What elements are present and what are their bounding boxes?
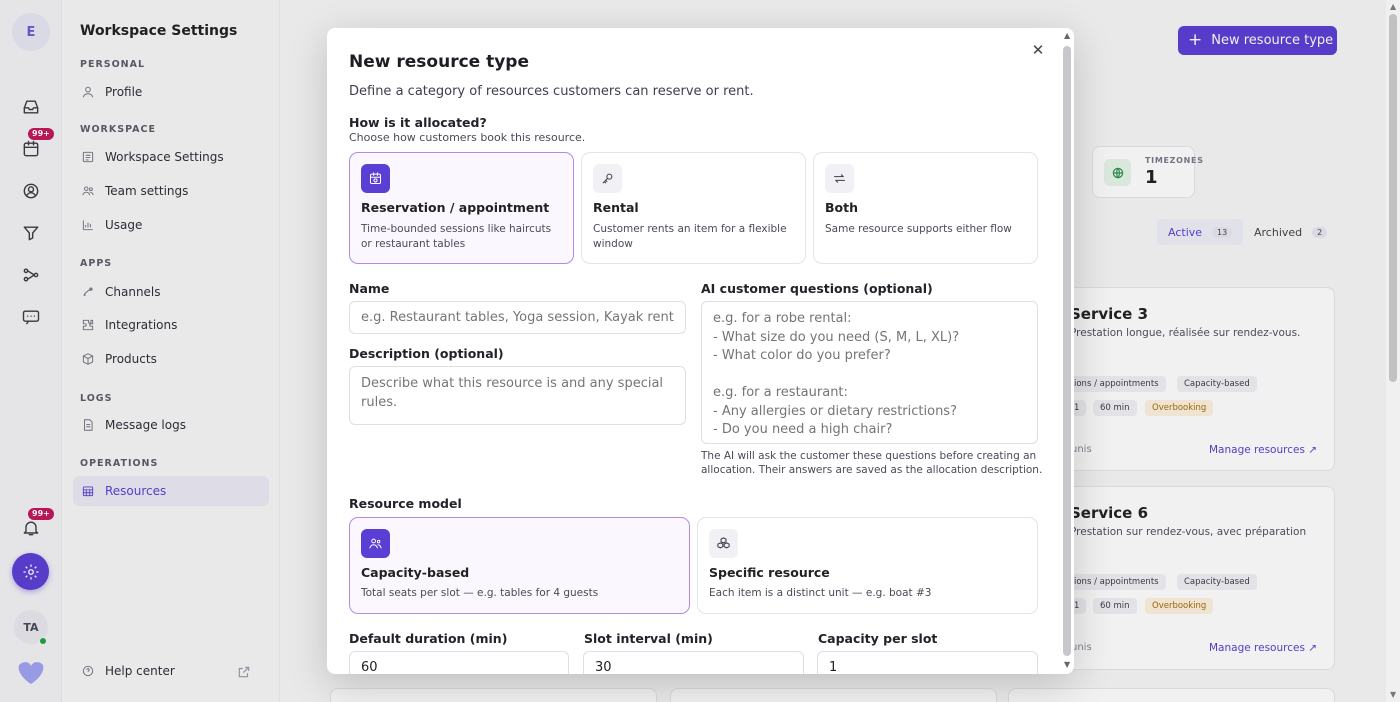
description-input[interactable] — [349, 366, 686, 425]
option-title: Rental — [593, 200, 639, 215]
option-title: Both — [825, 200, 858, 215]
option-both[interactable]: Both Same resource supports either flow — [813, 152, 1038, 264]
option-capacity-based[interactable]: Capacity-based Total seats per slot — e.… — [349, 517, 690, 614]
capacity-label: Capacity per slot — [818, 631, 938, 646]
option-description: Time-bounded sessions like haircuts or re… — [361, 223, 552, 250]
dialog-subtitle: Define a category of resources customers… — [349, 84, 754, 99]
slot-interval-label: Slot interval (min) — [584, 631, 713, 646]
option-description: Customer rents an item for a flexible win… — [593, 223, 787, 250]
page-scrollbar-thumb[interactable] — [1389, 14, 1397, 382]
new-resource-type-dialog: ✕ New resource type Define a category of… — [327, 28, 1074, 674]
name-input[interactable] — [349, 301, 686, 334]
option-specific-resource[interactable]: Specific resource Each item is a distinc… — [697, 517, 1038, 614]
option-description: Total seats per slot — e.g. tables for 4… — [361, 587, 599, 599]
allocation-label: How is it allocated? — [349, 115, 487, 130]
slot-interval-input[interactable] — [583, 651, 804, 674]
option-description: Same resource supports either flow — [825, 223, 1012, 235]
ai-questions-help: The AI will ask the customer these quest… — [701, 450, 1037, 462]
resource-model-label: Resource model — [349, 496, 462, 511]
ai-questions-help: allocation. Their answers are saved as t… — [701, 464, 1043, 476]
option-title: Specific resource — [709, 565, 830, 580]
scroll-down-arrow[interactable]: ▼ — [1390, 690, 1396, 699]
allocation-help: Choose how customers book this resource. — [349, 131, 586, 144]
ai-questions-label: AI customer questions (optional) — [701, 281, 933, 296]
dialog-scrollbar[interactable]: ▲ ▼ — [1060, 28, 1074, 674]
dialog-scrollbar-thumb[interactable] — [1063, 46, 1071, 656]
key-icon — [593, 164, 622, 193]
option-title: Capacity-based — [361, 565, 470, 580]
default-duration-input[interactable] — [349, 651, 569, 674]
close-icon[interactable]: ✕ — [1030, 42, 1046, 58]
scroll-down-arrow[interactable]: ▼ — [1064, 660, 1070, 669]
name-label: Name — [349, 281, 390, 296]
users-icon — [361, 529, 390, 558]
dialog-title: New resource type — [349, 52, 530, 72]
option-rental[interactable]: Rental Customer rents an item for a flex… — [581, 152, 806, 264]
option-description: Each item is a distinct unit — e.g. boat… — [709, 587, 932, 599]
default-duration-label: Default duration (min) — [349, 631, 508, 646]
scroll-up-arrow[interactable]: ▲ — [1390, 2, 1396, 11]
cubes-icon — [709, 529, 738, 558]
description-label: Description (optional) — [349, 346, 504, 361]
scroll-up-arrow[interactable]: ▲ — [1064, 31, 1070, 40]
ai-questions-input[interactable] — [701, 301, 1038, 444]
arrows-swap-icon — [825, 164, 854, 193]
option-title: Reservation / appointment — [361, 200, 550, 215]
calendar-clock-icon — [361, 164, 390, 193]
option-reservation-appointment[interactable]: Reservation / appointment Time-bounded s… — [349, 152, 574, 264]
page-scrollbar[interactable]: ▲ ▼ — [1386, 0, 1400, 702]
capacity-input[interactable] — [817, 651, 1038, 674]
